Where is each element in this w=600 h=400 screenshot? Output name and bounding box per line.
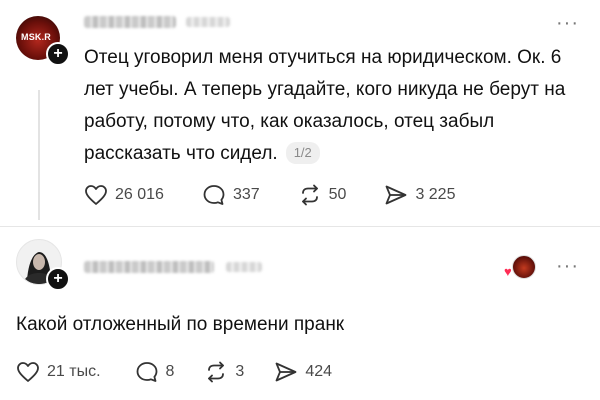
comment-count: 8 — [165, 363, 175, 380]
comment-button[interactable]: 337 — [202, 184, 260, 206]
repost-count: 3 — [235, 363, 245, 380]
avatar-logo-text: MSK.R — [21, 32, 51, 42]
page-indicator[interactable]: 1/2 — [285, 142, 320, 164]
share-button[interactable]: 3 225 — [384, 184, 455, 206]
follow-button[interactable]: + — [46, 267, 70, 291]
like-button[interactable]: 21 тыс. — [16, 361, 101, 383]
send-icon — [386, 185, 407, 205]
repost-button[interactable]: 3 — [204, 361, 244, 383]
more-icon[interactable]: ··· — [556, 256, 579, 276]
like-count: 21 тыс. — [47, 363, 101, 380]
comment-count: 337 — [232, 186, 260, 203]
heart-icon — [85, 185, 107, 205]
repost-button[interactable]: 50 — [298, 184, 347, 206]
share-button[interactable]: 424 — [274, 361, 332, 383]
share-count: 424 — [305, 363, 333, 380]
liked-by-author-avatar — [512, 255, 536, 279]
send-icon — [275, 362, 297, 382]
author-name-blurred[interactable] — [84, 16, 176, 28]
post-1: MSK.R + ··· Отец уговорил меня отучиться… — [0, 0, 600, 230]
follow-button[interactable]: + — [46, 42, 70, 66]
post-body: Отец уговорил меня отучиться на юридичес… — [84, 47, 566, 164]
repost-icon — [301, 184, 318, 206]
repost-icon — [208, 361, 225, 383]
post-time-blurred — [186, 17, 230, 27]
post-2: + ♥ ··· Какой отложенный по времени пран… — [0, 227, 600, 400]
post-actions: 21 тыс. 8 3 424 — [16, 361, 370, 383]
heart-icon — [17, 362, 39, 382]
more-icon[interactable]: ··· — [556, 13, 579, 33]
share-count: 3 225 — [415, 186, 456, 203]
like-count: 26 016 — [115, 186, 164, 203]
post-text: Какой отложенный по времени пранк — [16, 314, 345, 335]
author-name-blurred[interactable] — [84, 261, 214, 273]
thread-line — [38, 90, 40, 220]
post-actions: 26 016 337 50 3 225 — [84, 184, 493, 206]
comment-bubble-icon — [203, 185, 225, 205]
post-time-blurred — [226, 262, 262, 272]
like-button[interactable]: 26 016 — [84, 184, 164, 206]
comment-button[interactable]: 8 — [135, 361, 175, 383]
comment-bubble-icon — [136, 362, 157, 382]
repost-count: 50 — [328, 186, 347, 203]
liked-heart-icon: ♥ — [504, 264, 512, 279]
post-text: Отец уговорил меня отучиться на юридичес… — [84, 42, 590, 170]
